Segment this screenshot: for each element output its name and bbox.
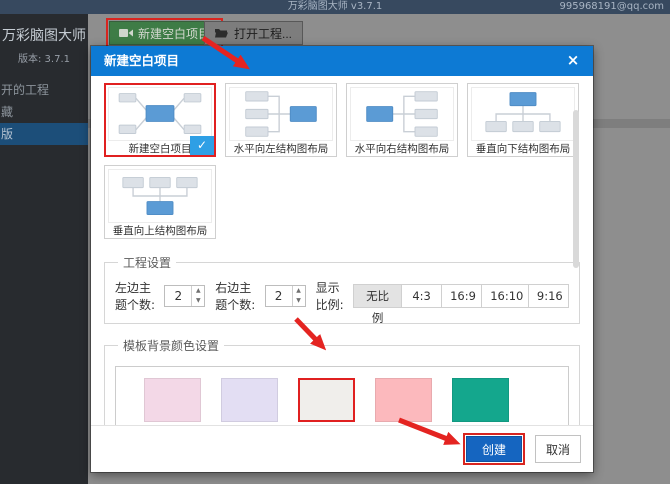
left-topics-up-icon[interactable]: ▲	[192, 286, 204, 296]
dialog-header: 新建空白项目 ×	[91, 46, 593, 76]
window-titlebar: 万彩脑图大师 v3.7.1 995968191@qq.com	[0, 0, 670, 14]
dialog-scrollbar[interactable]	[573, 110, 579, 268]
sidebar-item-favorites[interactable]: 藏	[0, 101, 88, 123]
right-topics-down-icon[interactable]: ▼	[293, 296, 305, 306]
ratio-9-16-button[interactable]: 9:16	[529, 284, 569, 308]
cancel-button[interactable]: 取消	[535, 435, 581, 463]
create-button-highlight: 创建	[463, 433, 525, 465]
ratio-16-9-button[interactable]: 16:9	[442, 284, 482, 308]
right-topics-label: 右边主题个数:	[215, 279, 258, 313]
right-topics-up-icon[interactable]: ▲	[293, 286, 305, 296]
ratio-button-group: 无比例 4:3 16:9 16:10 9:16	[353, 284, 569, 308]
new-project-dialog: 新建空白项目 × 新建空白项目 ✓	[91, 46, 593, 472]
template-card-horizontal-left[interactable]: 水平向左结构图布局	[225, 83, 337, 157]
close-icon[interactable]: ×	[563, 46, 583, 76]
template-thumbnail-down-layout	[471, 87, 575, 141]
template-label: 水平向左结构图布局	[229, 141, 333, 157]
template-thumbnail-right-layout	[350, 87, 454, 141]
template-thumbnail-up-layout	[108, 169, 212, 223]
template-card-vertical-down[interactable]: 垂直向下结构图布局	[467, 83, 579, 157]
background-color-legend: 模板背景颜色设置	[118, 337, 224, 354]
right-topics-stepper: 2 ▲ ▼	[265, 285, 306, 307]
color-swatch-pink[interactable]	[144, 378, 201, 422]
template-label: 垂直向上结构图布局	[108, 223, 212, 239]
color-swatch-teal[interactable]	[452, 378, 509, 422]
template-card-new-blank[interactable]: 新建空白项目 ✓	[104, 83, 216, 157]
create-button[interactable]: 创建	[466, 436, 522, 462]
account-email: 995968191@qq.com	[560, 0, 665, 14]
video-camera-icon	[119, 28, 133, 38]
new-blank-project-label: 新建空白项目	[138, 25, 210, 42]
template-label: 垂直向下结构图布局	[471, 141, 575, 157]
sidebar: 万彩脑图大师 版本: 3.7.1 开的工程 藏 版	[0, 14, 88, 484]
project-settings-group: 工程设置 左边主题个数: 2 ▲ ▼ 右边主题个数: 2 ▲ ▼	[104, 254, 580, 324]
color-swatch-box	[115, 366, 569, 434]
open-project-label: 打开工程...	[234, 25, 292, 42]
template-thumbnail-left-layout	[229, 87, 333, 141]
app-name: 万彩脑图大师	[0, 25, 88, 45]
folder-icon	[215, 28, 228, 38]
left-topics-label: 左边主题个数:	[115, 279, 158, 313]
left-topics-stepper: 2 ▲ ▼	[164, 285, 205, 307]
template-label: 水平向右结构图布局	[350, 141, 454, 157]
project-settings-legend: 工程设置	[118, 254, 176, 271]
sidebar-item-opened-projects[interactable]: 开的工程	[0, 79, 88, 101]
project-settings-row: 左边主题个数: 2 ▲ ▼ 右边主题个数: 2 ▲ ▼ 显示比例:	[115, 279, 569, 313]
template-card-list: 新建空白项目 ✓ 水平向左结构图布局	[104, 83, 580, 239]
ratio-16-10-button[interactable]: 16:10	[482, 284, 529, 308]
sidebar-menu: 开的工程 藏 版	[0, 79, 88, 145]
ratio-none-button[interactable]: 无比例	[353, 284, 402, 308]
left-topics-down-icon[interactable]: ▼	[192, 296, 204, 306]
color-swatch-gray-selected[interactable]	[298, 378, 355, 422]
selected-check-icon: ✓	[190, 136, 214, 155]
right-topics-value[interactable]: 2	[266, 286, 292, 306]
template-card-horizontal-right[interactable]: 水平向右结构图布局	[346, 83, 458, 157]
sidebar-item-templates[interactable]: 版	[0, 123, 88, 145]
open-project-button[interactable]: 打开工程...	[204, 21, 303, 45]
color-swatch-lavender[interactable]	[221, 378, 278, 422]
color-swatch-salmon[interactable]	[375, 378, 432, 422]
template-card-vertical-up[interactable]: 垂直向上结构图布局	[104, 165, 216, 239]
ratio-4-3-button[interactable]: 4:3	[402, 284, 442, 308]
dialog-footer: 创建 取消	[91, 425, 593, 472]
dialog-body: 新建空白项目 ✓ 水平向左结构图布局	[91, 76, 593, 472]
dialog-title: 新建空白项目	[91, 46, 593, 76]
template-thumbnail-center-layout	[108, 87, 212, 141]
ratio-label: 显示比例:	[316, 279, 346, 313]
left-topics-value[interactable]: 2	[165, 286, 191, 306]
app-version: 版本: 3.7.1	[0, 50, 88, 65]
